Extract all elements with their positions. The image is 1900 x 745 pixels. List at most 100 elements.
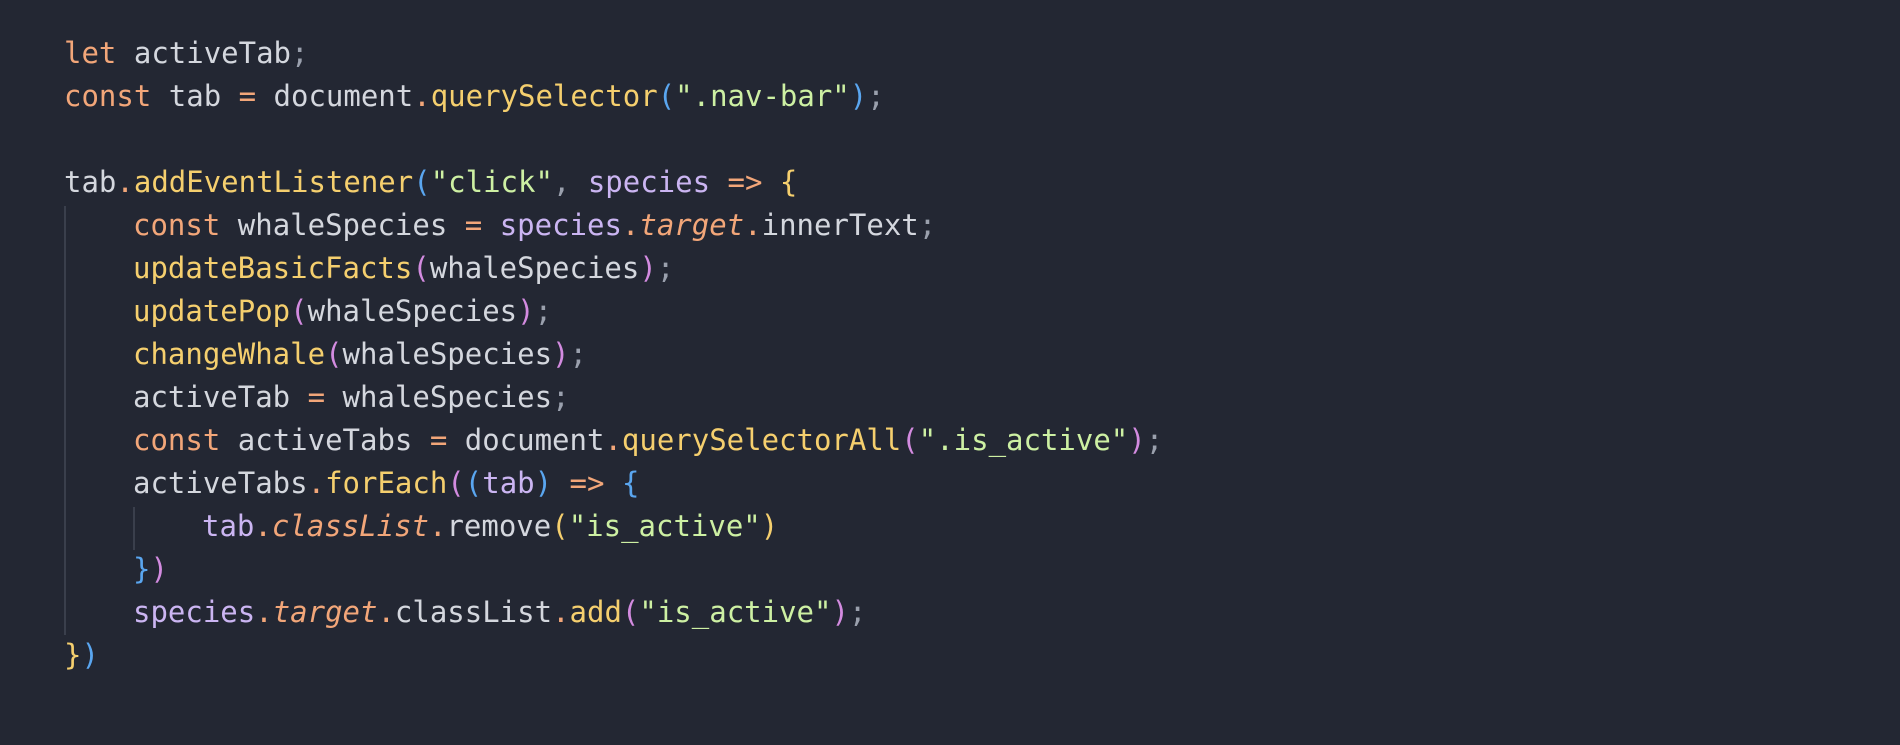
code-token: ( <box>551 509 569 543</box>
code-token: whaleSpecies <box>429 251 640 285</box>
code-token: classList <box>394 595 553 629</box>
code-token: . <box>413 79 431 113</box>
code-token: ; <box>848 595 867 629</box>
code-token: ( <box>325 337 343 371</box>
code-token: ; <box>291 36 309 70</box>
code-token: ; <box>569 337 587 371</box>
code-token: document <box>447 423 605 457</box>
code-token: => <box>552 466 622 500</box>
code-line[interactable]: tab.addEventListener("click", species =>… <box>64 161 1163 204</box>
code-token: = <box>429 423 448 457</box>
code-token: ) <box>534 466 553 500</box>
code-token: species <box>133 595 256 629</box>
code-line[interactable]: }) <box>64 634 1163 677</box>
code-token: ; <box>656 251 675 285</box>
code-token: const <box>133 423 221 457</box>
code-token: ) <box>760 509 779 543</box>
code-token: . <box>429 509 447 543</box>
code-token: ; <box>918 208 937 242</box>
code-token: target <box>639 208 745 242</box>
code-token: tab <box>64 165 117 199</box>
code-line[interactable]: updatePop(whaleSpecies); <box>64 290 1163 333</box>
code-token: "is_active" <box>639 595 832 629</box>
code-token: tab <box>151 79 239 113</box>
code-token: = <box>307 380 326 414</box>
code-token: . <box>744 208 762 242</box>
code-line[interactable]: activeTab = whaleSpecies; <box>64 376 1163 419</box>
code-line[interactable] <box>64 118 1163 161</box>
code-token: . <box>377 595 395 629</box>
code-token: ) <box>517 294 535 328</box>
code-token: changeWhale <box>133 337 326 371</box>
code-token: "click" <box>430 165 553 199</box>
code-token: const <box>64 79 152 113</box>
code-line[interactable]: const whaleSpecies = species.target.inne… <box>64 204 1163 247</box>
code-block[interactable]: let activeTab; const tab = document.quer… <box>64 32 1163 677</box>
code-line[interactable]: activeTabs.forEach((tab) => { <box>64 462 1163 505</box>
code-token: target <box>272 595 378 629</box>
code-token: whaleSpecies <box>325 380 553 414</box>
code-token: let <box>64 36 117 70</box>
code-token: => <box>710 165 780 199</box>
code-token: { <box>779 165 798 199</box>
code-token: . <box>255 595 273 629</box>
code-token: ( <box>657 79 676 113</box>
code-token: addEventListener <box>133 165 414 199</box>
code-token: ( <box>621 595 640 629</box>
code-line[interactable]: species.target.classList.add("is_active"… <box>64 591 1163 634</box>
code-token: activeTab <box>133 380 308 414</box>
code-token: ; <box>552 380 570 414</box>
code-line[interactable]: let activeTab; <box>64 32 1163 75</box>
code-line[interactable]: tab.classList.remove("is_active") <box>64 505 1163 548</box>
code-token: add <box>569 595 622 629</box>
code-token: tab <box>482 466 535 500</box>
code-token: forEach <box>325 466 448 500</box>
code-token: ; <box>867 79 885 113</box>
code-token: ".nav-bar" <box>675 79 850 113</box>
code-line[interactable]: changeWhale(whaleSpecies); <box>64 333 1163 376</box>
code-token: document <box>256 79 414 113</box>
code-token: . <box>621 208 640 242</box>
code-token: classList <box>271 509 429 543</box>
code-token: ; <box>1145 423 1164 457</box>
code-line[interactable]: updateBasicFacts(whaleSpecies); <box>64 247 1163 290</box>
code-token: = <box>464 208 483 242</box>
code-token: querySelector <box>430 79 658 113</box>
code-token: activeTabs <box>133 466 308 500</box>
code-token: updatePop <box>133 294 291 328</box>
code-token: . <box>307 466 326 500</box>
code-token: ( <box>447 466 465 500</box>
code-token: whaleSpecies <box>220 208 465 242</box>
code-token: innerText <box>761 208 919 242</box>
code-token: ) <box>150 552 168 586</box>
code-token: } <box>64 638 82 672</box>
code-token: ) <box>831 595 849 629</box>
code-token: remove <box>446 509 552 543</box>
code-token: = <box>238 79 257 113</box>
code-token: querySelectorAll <box>621 423 902 457</box>
code-token: ( <box>412 251 430 285</box>
code-line[interactable]: }) <box>64 548 1163 591</box>
code-line[interactable]: const activeTabs = document.querySelecto… <box>64 419 1163 462</box>
code-token: . <box>552 595 570 629</box>
code-token: ( <box>413 165 431 199</box>
code-token: activeTabs <box>220 423 430 457</box>
code-token: ( <box>901 423 919 457</box>
code-token: . <box>116 165 134 199</box>
code-token: , <box>552 165 588 199</box>
code-line[interactable]: const tab = document.querySelector(".nav… <box>64 75 1163 118</box>
code-token: "is_active" <box>568 509 761 543</box>
code-editor[interactable]: let activeTab; const tab = document.quer… <box>0 0 1900 745</box>
code-token: . <box>604 423 622 457</box>
code-token: species <box>587 165 711 199</box>
code-token: } <box>133 552 151 586</box>
code-token: whaleSpecies <box>307 294 518 328</box>
code-token: activeTab <box>133 36 291 70</box>
code-token: tab <box>202 509 255 543</box>
code-token: ) <box>552 337 570 371</box>
code-token: ; <box>534 294 553 328</box>
code-token: whaleSpecies <box>342 337 553 371</box>
code-token: updateBasicFacts <box>133 251 413 285</box>
